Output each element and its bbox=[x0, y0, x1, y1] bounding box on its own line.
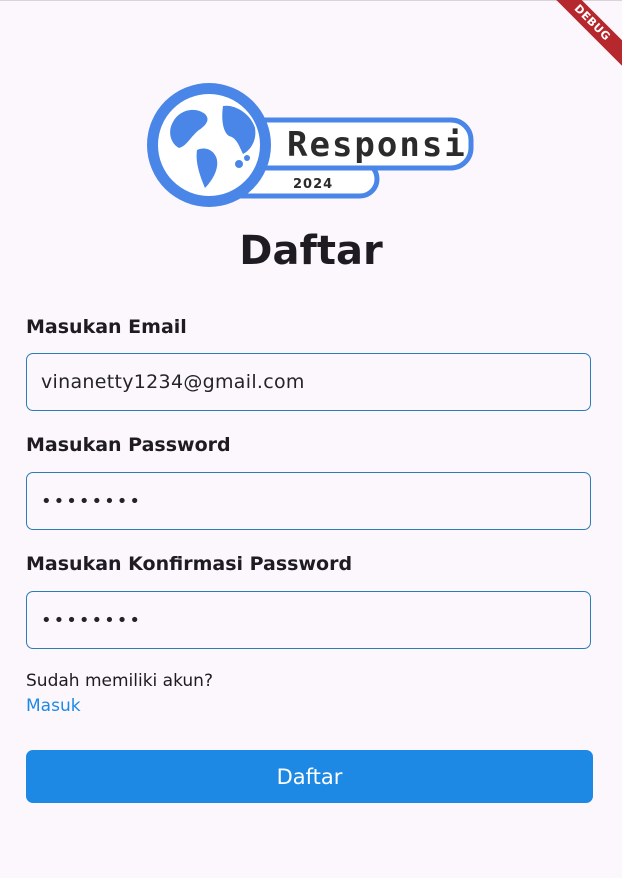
login-link[interactable]: Masuk bbox=[26, 696, 81, 716]
confirm-password-label: Masukan Konfirmasi Password bbox=[26, 553, 353, 575]
email-label: Masukan Email bbox=[26, 316, 187, 338]
top-divider bbox=[0, 0, 622, 1]
password-field[interactable] bbox=[26, 472, 591, 530]
email-field[interactable] bbox=[26, 353, 591, 411]
logo-year: 2024 bbox=[293, 177, 333, 192]
have-account-text: Sudah memiliki akun? bbox=[26, 671, 213, 691]
debug-banner-label: DEBUG bbox=[543, 0, 622, 72]
debug-banner: DEBUG bbox=[542, 0, 622, 80]
confirm-password-field[interactable] bbox=[26, 591, 591, 649]
logo-text: Responsi bbox=[287, 125, 467, 165]
app-logo: Responsi 2024 bbox=[147, 83, 474, 207]
register-button[interactable]: Daftar bbox=[26, 750, 593, 803]
page-title: Daftar bbox=[239, 228, 383, 274]
password-label: Masukan Password bbox=[26, 434, 231, 456]
